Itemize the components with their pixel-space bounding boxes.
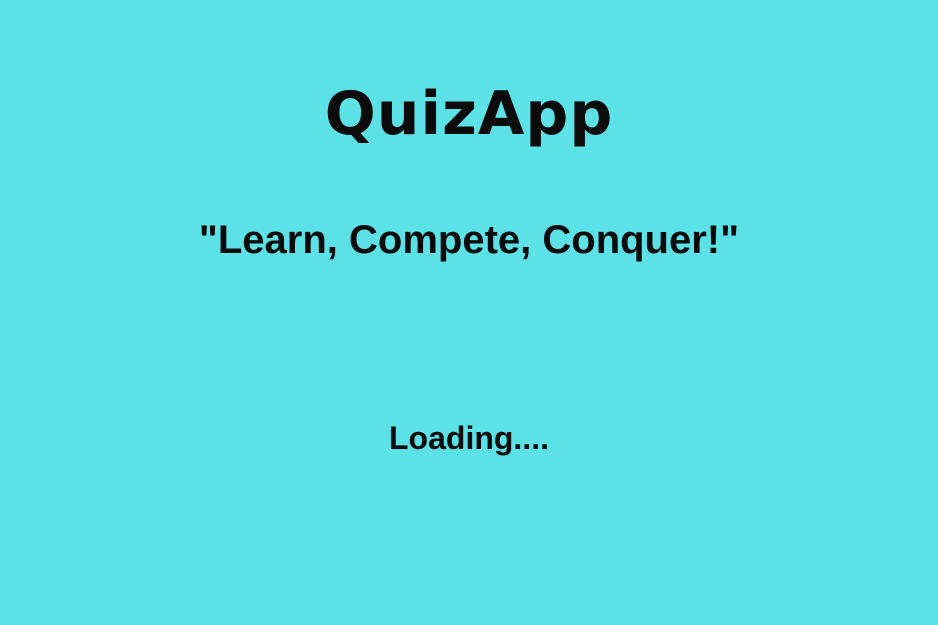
app-tagline: "Learn, Compete, Conquer!" (198, 218, 740, 262)
splash-screen: QuizApp "Learn, Compete, Conquer!" Loadi… (0, 0, 938, 625)
loading-indicator-text: Loading.... (389, 420, 549, 456)
app-title: QuizApp (324, 79, 614, 149)
